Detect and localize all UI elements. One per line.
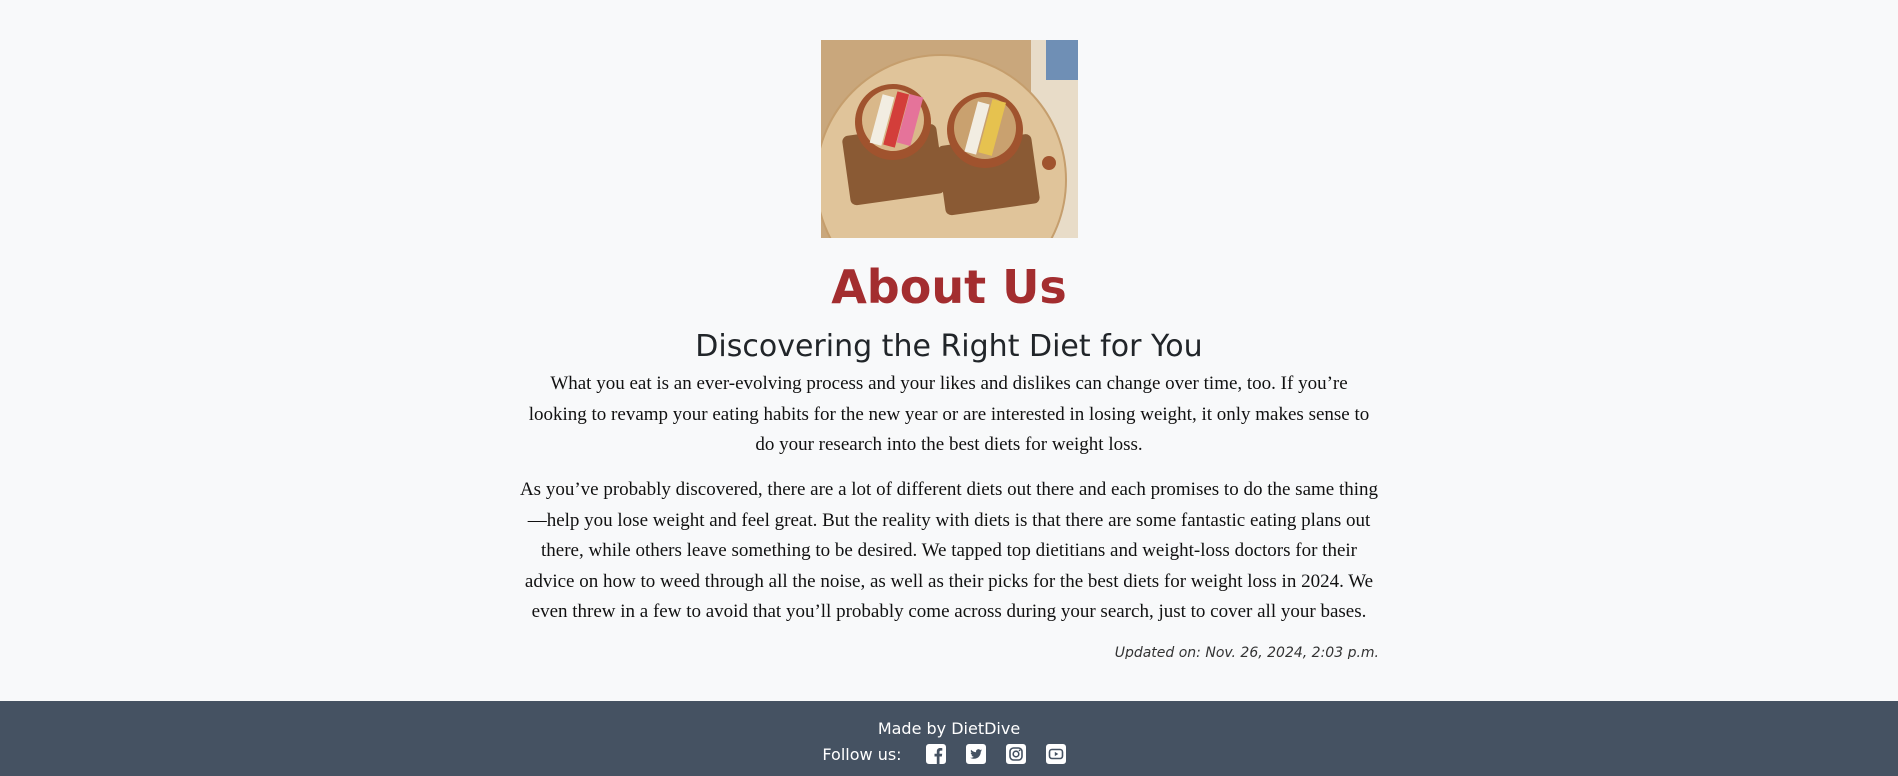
page-subtitle: Discovering the Right Diet for You	[695, 329, 1203, 365]
follow-label: Follow us:	[822, 744, 902, 764]
social-links: Follow us:	[0, 743, 1898, 765]
twitter-icon[interactable]	[965, 743, 987, 765]
body-paragraph: As you’ve probably discovered, there are…	[519, 479, 1379, 622]
hero-image	[820, 40, 1078, 238]
about-section: About Us Discovering the Right Diet for …	[519, 0, 1379, 659]
facebook-icon[interactable]	[925, 743, 947, 765]
youtube-icon[interactable]	[1045, 743, 1067, 765]
updated-timestamp: Updated on: Nov. 26, 2024, 2:03 p.m.	[1114, 645, 1379, 660]
intro-paragraph: What you eat is an ever-evolving process…	[528, 373, 1370, 455]
site-footer: Made by DietDive Follow us:	[0, 701, 1898, 776]
made-by-text: Made by DietDive	[877, 719, 1021, 738]
page-title: About Us	[831, 260, 1067, 314]
instagram-icon[interactable]	[1005, 743, 1027, 765]
